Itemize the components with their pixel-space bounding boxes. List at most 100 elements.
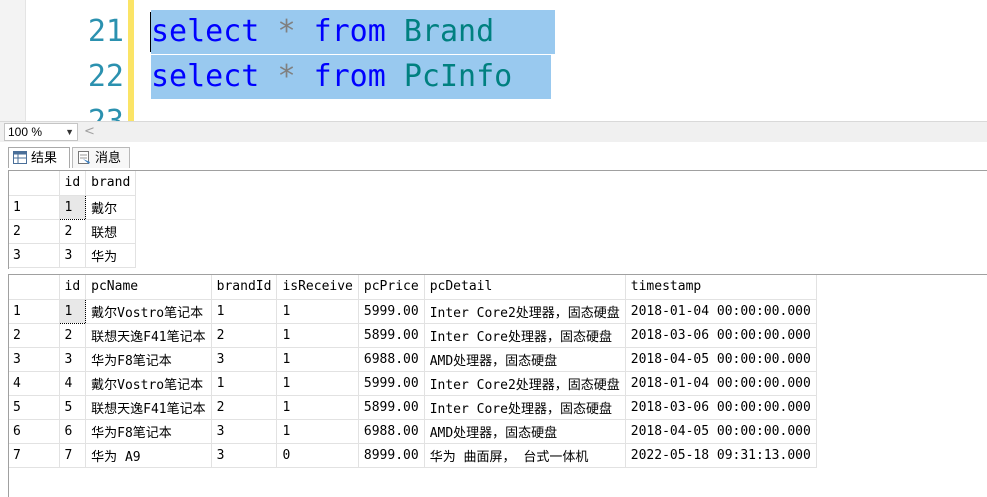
cell-pcdetail[interactable]: 华为 曲面屏， 台式一体机 bbox=[424, 443, 626, 468]
column-header[interactable]: id bbox=[59, 275, 87, 300]
cell-id[interactable]: 5 bbox=[59, 395, 87, 420]
column-header[interactable]: pcName bbox=[85, 275, 212, 300]
cell-timestamp[interactable]: 2018-04-05 00:00:00.000 bbox=[625, 419, 817, 444]
cell-brandid[interactable]: 1 bbox=[211, 299, 278, 324]
cell-id[interactable]: 2 bbox=[59, 323, 87, 348]
table-row: 1 1 戴尔Vostro笔记本 1 1 5999.00 Inter Core2处… bbox=[9, 298, 817, 324]
cell-brandid[interactable]: 2 bbox=[211, 323, 278, 348]
editor-margin bbox=[0, 0, 26, 121]
row-number[interactable]: 4 bbox=[9, 371, 60, 396]
cell-brand[interactable]: 戴尔 bbox=[85, 195, 137, 220]
cell-isreceive[interactable]: 1 bbox=[276, 371, 359, 396]
code-line-22[interactable]: select * from PcInfo bbox=[151, 55, 551, 99]
cell-isreceive[interactable]: 1 bbox=[276, 395, 359, 420]
cell-id[interactable]: 7 bbox=[59, 443, 87, 468]
column-header[interactable]: pcDetail bbox=[424, 275, 626, 300]
cell-timestamp[interactable]: 2018-04-05 00:00:00.000 bbox=[625, 347, 817, 372]
table-row: 3 3 华为 bbox=[9, 243, 137, 268]
row-number[interactable]: 1 bbox=[9, 299, 60, 324]
cell-brand[interactable]: 联想 bbox=[85, 219, 137, 244]
row-number[interactable]: 1 bbox=[9, 195, 60, 220]
cell-pcname[interactable]: 华为F8笔记本 bbox=[85, 419, 212, 444]
cell-pcprice[interactable]: 6988.00 bbox=[358, 419, 425, 444]
column-header[interactable]: timestamp bbox=[625, 275, 817, 300]
cell-pcdetail[interactable]: Inter Core2处理器，固态硬盘 bbox=[424, 299, 626, 324]
column-header[interactable]: brandId bbox=[211, 275, 278, 300]
corner-cell[interactable] bbox=[9, 275, 60, 300]
cell-isreceive[interactable]: 1 bbox=[276, 323, 359, 348]
corner-cell[interactable] bbox=[9, 171, 60, 196]
cell-id[interactable]: 4 bbox=[59, 371, 87, 396]
row-number[interactable]: 3 bbox=[9, 347, 60, 372]
result-grid-brand[interactable]: id brand 1 1 戴尔 2 2 联想 3 3 华为 bbox=[8, 170, 987, 269]
cell-timestamp[interactable]: 2018-01-04 00:00:00.000 bbox=[625, 371, 817, 396]
code-line-21[interactable]: select * from Brand bbox=[151, 10, 555, 54]
cell-timestamp[interactable]: 2022-05-18 09:31:13.000 bbox=[625, 443, 817, 468]
sql-editor[interactable]: 21 22 23 select * from Brand select * fr… bbox=[0, 0, 987, 121]
cell-pcprice[interactable]: 5899.00 bbox=[358, 395, 425, 420]
cell-pcprice[interactable]: 6988.00 bbox=[358, 347, 425, 372]
cell-pcname[interactable]: 联想天逸F41笔记本 bbox=[85, 395, 212, 420]
cell-pcname[interactable]: 联想天逸F41笔记本 bbox=[85, 323, 212, 348]
row-number[interactable]: 6 bbox=[9, 419, 60, 444]
tab-results[interactable]: 结果 bbox=[8, 147, 70, 168]
column-header[interactable]: isReceive bbox=[276, 275, 359, 300]
cell-isreceive[interactable]: 1 bbox=[276, 347, 359, 372]
cell-id[interactable]: 1 bbox=[58, 194, 87, 220]
column-header[interactable]: id bbox=[59, 171, 87, 196]
table-row: 7 7 华为 A9 3 0 8999.00 华为 曲面屏， 台式一体机 2022… bbox=[9, 443, 817, 468]
result-grid-pcinfo[interactable]: id pcName brandId isReceive pcPrice pcDe… bbox=[8, 274, 987, 497]
cell-isreceive[interactable]: 1 bbox=[276, 299, 359, 324]
cell-pcdetail[interactable]: Inter Core2处理器，固态硬盘 bbox=[424, 371, 626, 396]
cell-id[interactable]: 6 bbox=[59, 419, 87, 444]
cell-brandid[interactable]: 3 bbox=[211, 443, 278, 468]
star-operator: * bbox=[277, 59, 296, 94]
cell-brandid[interactable]: 3 bbox=[211, 419, 278, 444]
cell-brandid[interactable]: 1 bbox=[211, 371, 278, 396]
row-number[interactable]: 5 bbox=[9, 395, 60, 420]
editor-status-strip: 100 % ▼ < bbox=[0, 121, 987, 142]
cell-pcdetail[interactable]: Inter Core处理器，固态硬盘 bbox=[424, 323, 626, 348]
cell-pcprice[interactable]: 5899.00 bbox=[358, 323, 425, 348]
cell-isreceive[interactable]: 1 bbox=[276, 419, 359, 444]
cell-timestamp[interactable]: 2018-03-06 00:00:00.000 bbox=[625, 395, 817, 420]
table-row: 2 2 联想 bbox=[9, 219, 137, 244]
scroll-left-icon[interactable]: < bbox=[84, 124, 95, 140]
cell-id[interactable]: 3 bbox=[59, 347, 87, 372]
table-row: 5 5 联想天逸F41笔记本 2 1 5899.00 Inter Core处理器… bbox=[9, 395, 817, 420]
cell-timestamp[interactable]: 2018-01-04 00:00:00.000 bbox=[625, 299, 817, 324]
cell-pcname[interactable]: 戴尔Vostro笔记本 bbox=[85, 299, 212, 324]
cell-brandid[interactable]: 2 bbox=[211, 395, 278, 420]
cell-pcname[interactable]: 戴尔Vostro笔记本 bbox=[85, 371, 212, 396]
column-header[interactable]: brand bbox=[85, 171, 137, 196]
column-header[interactable]: pcPrice bbox=[358, 275, 425, 300]
line-number: 22 bbox=[87, 59, 124, 94]
keyword-from: from bbox=[313, 14, 386, 49]
cell-id[interactable]: 1 bbox=[58, 298, 87, 324]
line-number: 23 bbox=[26, 100, 124, 121]
cell-brandid[interactable]: 3 bbox=[211, 347, 278, 372]
cell-id[interactable]: 2 bbox=[59, 219, 87, 244]
cell-pcprice[interactable]: 5999.00 bbox=[358, 299, 425, 324]
cell-pcprice[interactable]: 5999.00 bbox=[358, 371, 425, 396]
tab-messages[interactable]: 消息 bbox=[72, 147, 130, 168]
cell-pcname[interactable]: 华为F8笔记本 bbox=[85, 347, 212, 372]
cell-timestamp[interactable]: 2018-03-06 00:00:00.000 bbox=[625, 323, 817, 348]
cell-id[interactable]: 3 bbox=[59, 243, 87, 268]
row-number[interactable]: 2 bbox=[9, 323, 60, 348]
row-number[interactable]: 3 bbox=[9, 243, 60, 268]
cell-pcdetail[interactable]: AMD处理器，固态硬盘 bbox=[424, 347, 626, 372]
table-row: 2 2 联想天逸F41笔记本 2 1 5899.00 Inter Core处理器… bbox=[9, 323, 817, 348]
table-row: 3 3 华为F8笔记本 3 1 6988.00 AMD处理器，固态硬盘 2018… bbox=[9, 347, 817, 372]
cell-pcname[interactable]: 华为 A9 bbox=[85, 443, 212, 468]
cell-pcdetail[interactable]: Inter Core处理器，固态硬盘 bbox=[424, 395, 626, 420]
change-marker-bar bbox=[128, 0, 134, 121]
zoom-dropdown[interactable]: 100 % ▼ bbox=[4, 123, 78, 141]
cell-brand[interactable]: 华为 bbox=[85, 243, 137, 268]
row-number[interactable]: 7 bbox=[9, 443, 60, 468]
row-number[interactable]: 2 bbox=[9, 219, 60, 244]
cell-isreceive[interactable]: 0 bbox=[276, 443, 359, 468]
cell-pcprice[interactable]: 8999.00 bbox=[358, 443, 425, 468]
cell-pcdetail[interactable]: AMD处理器，固态硬盘 bbox=[424, 419, 626, 444]
text-caret bbox=[150, 12, 151, 52]
